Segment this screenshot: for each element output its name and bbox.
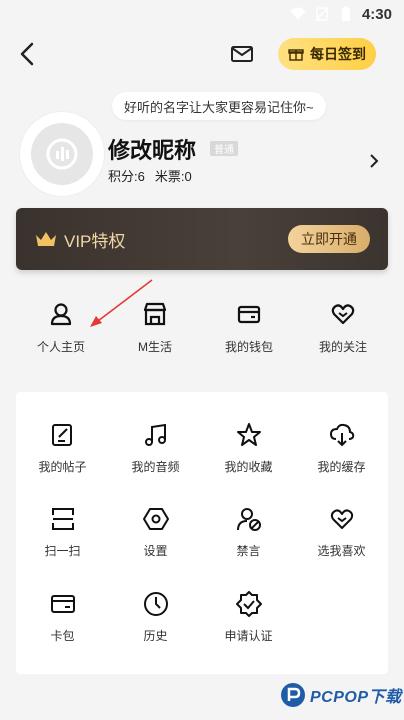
wifi-icon bbox=[290, 7, 306, 20]
signin-label: 每日签到 bbox=[310, 46, 366, 62]
tickets-value: 米票:0 bbox=[154, 169, 192, 184]
badge-label: 普通 bbox=[214, 145, 234, 156]
grid-item-label: 历史 bbox=[143, 629, 168, 644]
scan-icon bbox=[51, 508, 74, 531]
grid-item-label: 卡包 bbox=[50, 629, 75, 644]
quick-actions: 个人主页 M生活 我的钱包 我的关注 bbox=[16, 300, 388, 370]
nickname-hint-bubble: 好听的名字让大家更容易记住你~ bbox=[112, 92, 326, 120]
nickname[interactable]: 修改昵称 bbox=[108, 133, 196, 165]
profile-stats: 积分:6 米票:0 bbox=[108, 166, 192, 185]
grid-item-history[interactable]: 历史 bbox=[109, 575, 202, 660]
gift-icon bbox=[288, 49, 304, 61]
chevron-right-icon[interactable] bbox=[368, 152, 380, 170]
grid-item-likes[interactable]: 选我喜欢 bbox=[295, 491, 388, 576]
avatar[interactable] bbox=[20, 112, 104, 196]
heart-check-icon bbox=[330, 509, 353, 530]
pcpop-logo-icon bbox=[281, 683, 305, 707]
feature-grid: 我的帖子 我的音频 我的收藏 我的缓存 扫一扫 设置 禁言 选我喜欢 卡包 历史… bbox=[16, 392, 388, 674]
user-mute-icon bbox=[236, 508, 261, 532]
annotation-arrow bbox=[90, 279, 153, 327]
person-icon bbox=[50, 303, 72, 326]
no-sim-icon bbox=[315, 7, 329, 21]
grid-item-posts[interactable]: 我的帖子 bbox=[16, 406, 109, 491]
quick-item-label: 我的钱包 bbox=[224, 340, 273, 354]
vip-open-button[interactable]: 立即开通 bbox=[288, 225, 370, 253]
battery-icon bbox=[341, 6, 350, 21]
quick-item-label: 我的关注 bbox=[318, 340, 367, 354]
status-bar: 4:30 bbox=[0, 0, 404, 28]
grid-item-cache[interactable]: 我的缓存 bbox=[295, 406, 388, 491]
grid-item-cards[interactable]: 卡包 bbox=[16, 575, 109, 660]
daily-signin-button[interactable]: 每日签到 bbox=[278, 38, 376, 70]
grid-item-label: 我的音频 bbox=[131, 459, 180, 474]
quick-item-label: 个人主页 bbox=[36, 340, 85, 354]
vip-banner[interactable]: VIP特权 立即开通 bbox=[16, 208, 388, 270]
header: 每日签到 bbox=[0, 30, 404, 78]
verified-icon bbox=[235, 591, 262, 618]
grid-item-label: 申请认证 bbox=[224, 629, 273, 644]
grid-item-label: 我的缓存 bbox=[317, 459, 366, 474]
quick-item-wallet[interactable]: 我的钱包 bbox=[204, 300, 294, 370]
heart-icon bbox=[331, 304, 355, 325]
edit-note-icon bbox=[51, 423, 72, 446]
crown-icon bbox=[36, 232, 56, 246]
vip-title: VIP特权 bbox=[64, 231, 126, 251]
cloud-download-icon bbox=[329, 423, 354, 447]
grid-item-settings[interactable]: 设置 bbox=[109, 491, 202, 576]
status-time: 4:30 bbox=[361, 5, 392, 23]
points-value: 积分:6 bbox=[108, 169, 145, 184]
watermark-brand: PCPOP下载 bbox=[310, 689, 402, 706]
grid-item-label: 禁言 bbox=[236, 544, 261, 559]
wallet-icon bbox=[237, 305, 261, 324]
card-icon bbox=[50, 595, 75, 614]
mail-icon[interactable] bbox=[230, 44, 254, 64]
quick-item-label: M生活 bbox=[138, 340, 172, 354]
grid-item-label: 我的帖子 bbox=[38, 459, 87, 474]
grid-item-label: 我的收藏 bbox=[224, 459, 273, 474]
settings-icon bbox=[142, 508, 169, 531]
grid-item-label: 选我喜欢 bbox=[317, 544, 366, 559]
grid-item-favorites[interactable]: 我的收藏 bbox=[202, 406, 295, 491]
grid-item-mute[interactable]: 禁言 bbox=[202, 491, 295, 576]
grid-item-label: 设置 bbox=[143, 544, 168, 559]
avatar-placeholder-icon bbox=[46, 138, 78, 170]
back-icon[interactable] bbox=[16, 40, 40, 68]
grid-item-label: 扫一扫 bbox=[44, 544, 81, 559]
member-level-badge: 普通 bbox=[210, 141, 238, 156]
watermark: PCPOP下载 bbox=[280, 682, 402, 708]
clock-icon bbox=[143, 592, 168, 617]
grid-item-audio[interactable]: 我的音频 bbox=[109, 406, 202, 491]
quick-item-following[interactable]: 我的关注 bbox=[298, 300, 388, 370]
grid-item-verify[interactable]: 申请认证 bbox=[202, 575, 295, 660]
grid-item-scan[interactable]: 扫一扫 bbox=[16, 491, 109, 576]
star-icon bbox=[236, 422, 261, 446]
music-icon bbox=[144, 423, 166, 446]
